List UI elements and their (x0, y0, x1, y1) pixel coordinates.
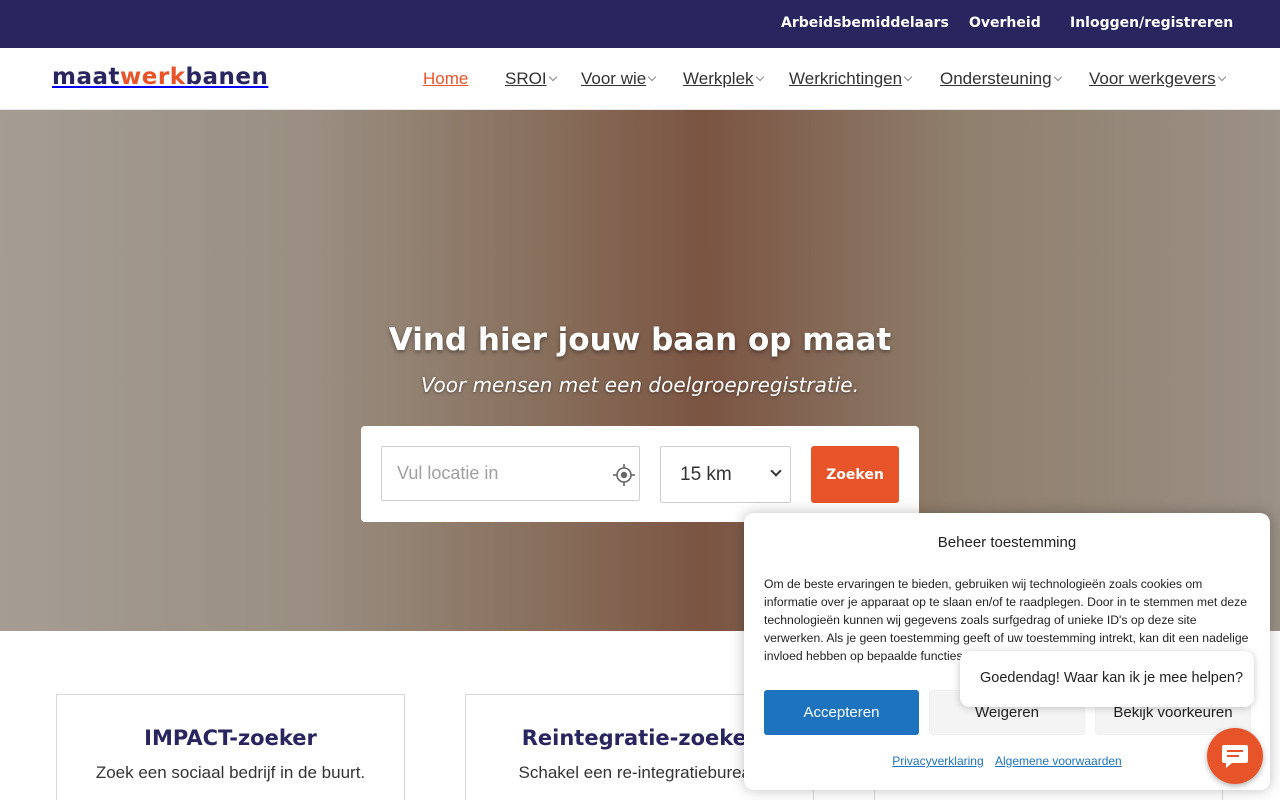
topbar-link-overheid[interactable]: Overheid (969, 15, 1041, 31)
nav-item-label: Ondersteuning (940, 69, 1052, 88)
chat-greeting-text: Goedendag! Waar kan ik je mee helpen? (980, 670, 1244, 686)
chevron-down-icon (1053, 72, 1062, 82)
nav-item-voor-wie[interactable]: Voor wie (581, 69, 657, 89)
chat-launcher-button[interactable] (1207, 728, 1263, 784)
main-navbar: maatwerkbanen Home SROI Voor wie Werkple… (0, 48, 1280, 110)
logo-text-werk: werk (120, 64, 186, 90)
consent-links: Privacyverklaring Algemene voorwaarden (744, 754, 1270, 768)
consent-body-text: Om de beste ervaringen te bieden, gebrui… (764, 577, 1249, 663)
nav-item-sroi[interactable]: SROI (505, 69, 557, 89)
chevron-down-icon (770, 465, 782, 477)
nav-item-werkplek[interactable]: Werkplek (683, 69, 764, 89)
card-title: IMPACT-zoeker (144, 726, 317, 750)
nav-item-label: Voor wie (581, 69, 647, 88)
chevron-down-icon (647, 72, 657, 82)
terms-link[interactable]: Algemene voorwaarden (995, 754, 1122, 768)
site-logo[interactable]: maatwerkbanen (52, 64, 268, 90)
nav-item-label: SROI (505, 69, 547, 88)
job-search-form: 15 km Zoeken (361, 426, 919, 522)
hero-title: Vind hier jouw baan op maat (388, 322, 892, 358)
radius-select[interactable]: 15 km (660, 446, 791, 503)
nav-item-label: Home (423, 69, 469, 88)
nav-item-voor-werkgevers[interactable]: Voor werkgevers (1089, 69, 1226, 89)
card-text: Zoek een sociaal bedrijf in de buurt. (95, 763, 366, 782)
chat-greeting-bubble[interactable]: Goedendag! Waar kan ik je mee helpen? (960, 651, 1254, 707)
accept-button[interactable]: Accepteren (764, 690, 919, 735)
nav-item-werkrichtingen[interactable]: Werkrichtingen (789, 69, 913, 89)
nav-item-label: Voor werkgevers (1089, 69, 1216, 88)
topbar-link-arbeidsbemiddelaars[interactable]: Arbeidsbemiddelaars (781, 15, 949, 31)
location-field (381, 446, 640, 501)
logo-text-banen: banen (185, 64, 269, 90)
top-utility-bar: Arbeidsbemiddelaars Overheid Inloggen/re… (0, 0, 1280, 48)
location-input[interactable] (382, 447, 602, 500)
logo-text-maat: maat (52, 64, 121, 90)
chevron-down-icon (903, 72, 913, 82)
chevron-down-icon (548, 72, 557, 82)
card-impact-zoeker[interactable]: IMPACT-zoeker Zoek een sociaal bedrijf i… (56, 694, 405, 800)
chevron-down-icon (755, 72, 764, 82)
privacy-link[interactable]: Privacyverklaring (892, 754, 983, 768)
chevron-down-icon (1217, 72, 1226, 82)
hero-subtitle: Voor mensen met een doelgroepregistratie… (421, 373, 859, 397)
radius-select-value: 15 km (680, 464, 732, 485)
nav-item-ondersteuning[interactable]: Ondersteuning (940, 69, 1062, 89)
nav-item-label: Werkrichtingen (789, 69, 903, 88)
search-button[interactable]: Zoeken (811, 446, 899, 503)
nav-item-label: Werkplek (683, 69, 754, 88)
nav-item-home[interactable]: Home (423, 69, 468, 89)
crosshair-locate-icon[interactable] (613, 464, 635, 486)
chat-icon (1222, 745, 1248, 768)
consent-title: Beheer toestemming (937, 534, 1077, 551)
topbar-link-login[interactable]: Inloggen/registreren (1070, 15, 1233, 31)
